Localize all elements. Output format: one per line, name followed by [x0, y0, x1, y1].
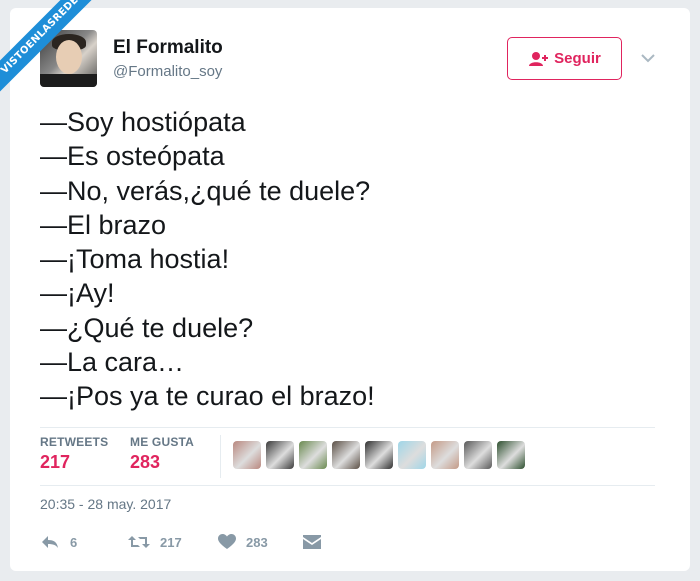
user-handle[interactable]: @Formalito_soy	[113, 63, 222, 80]
liker-avatar[interactable]	[299, 441, 327, 469]
display-name[interactable]: El Formalito	[113, 37, 223, 59]
liker-avatar[interactable]	[464, 441, 492, 469]
likes-count[interactable]: 283	[130, 452, 160, 473]
heart-icon	[218, 534, 236, 549]
tweet-line: —¿Qué te duele?	[40, 312, 254, 343]
retweets-label[interactable]: RETWEETS	[40, 435, 108, 449]
retweet-action[interactable]: 217	[128, 534, 182, 550]
liker-avatar[interactable]	[398, 441, 426, 469]
tweet-timestamp[interactable]: 20:35 - 28 may. 2017	[40, 496, 171, 512]
reply-icon	[42, 536, 58, 548]
liker-avatar[interactable]	[233, 441, 261, 469]
liker-avatar[interactable]	[266, 441, 294, 469]
tweet-line: —¡Pos ya te curao el brazo!	[40, 381, 375, 412]
direct-message-action[interactable]	[303, 534, 321, 550]
like-count: 283	[246, 534, 268, 550]
retweets-count[interactable]: 217	[40, 452, 70, 473]
retweet-count: 217	[160, 534, 182, 550]
add-user-icon	[529, 51, 549, 66]
liker-avatars	[233, 441, 525, 469]
like-action[interactable]: 283	[218, 534, 268, 550]
liker-avatar[interactable]	[431, 441, 459, 469]
reply-count: 6	[70, 534, 78, 550]
tweet-card: El Formalito @Formalito_soy Seguir —Soy …	[10, 8, 690, 571]
tweet-line: —La cara…	[40, 347, 185, 378]
tweet-line: —¡Toma hostia!	[40, 244, 230, 275]
tweet-line: —Es osteópata	[40, 141, 225, 172]
chevron-down-icon[interactable]	[640, 52, 656, 64]
follow-button[interactable]: Seguir	[507, 37, 622, 80]
tweet-line: —Soy hostiópata	[40, 107, 246, 137]
liker-avatar[interactable]	[365, 441, 393, 469]
tweet-text: —Soy hostiópata —Es osteópata —No, verás…	[40, 105, 670, 414]
retweet-icon	[128, 536, 150, 548]
divider	[40, 485, 655, 486]
likes-label[interactable]: ME GUSTA	[130, 435, 194, 449]
liker-avatar[interactable]	[332, 441, 360, 469]
envelope-icon	[303, 535, 321, 549]
tweet-line: —No, verás,¿qué te duele?	[40, 175, 371, 206]
divider	[40, 427, 655, 428]
reply-action[interactable]: 6	[40, 534, 77, 550]
tweet-line: —El brazo	[40, 209, 167, 240]
follow-button-label: Seguir	[554, 50, 601, 67]
liker-avatar[interactable]	[497, 441, 525, 469]
tweet-line: —¡Ay!	[40, 278, 115, 309]
stats-divider	[220, 435, 221, 478]
